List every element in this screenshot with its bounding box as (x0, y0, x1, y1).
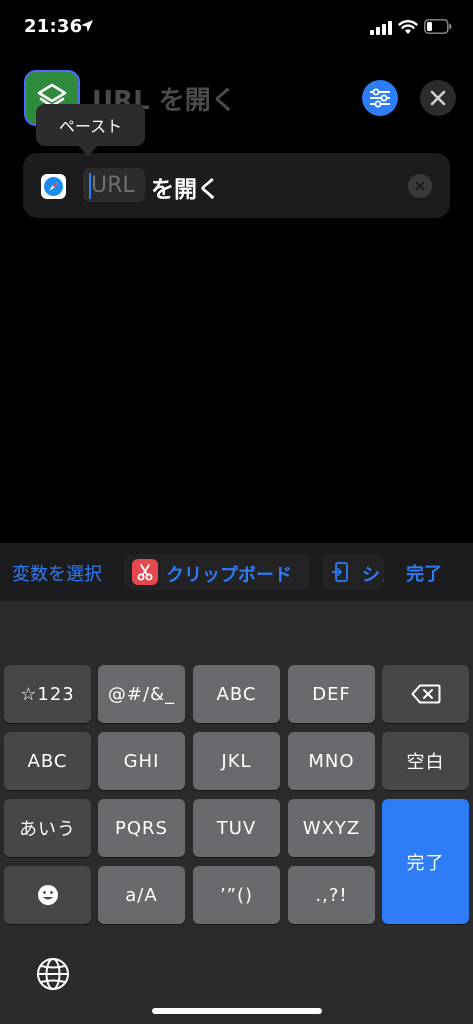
close-icon (430, 90, 446, 106)
paste-button[interactable]: ペースト (36, 104, 145, 146)
wifi-icon (398, 20, 418, 34)
key-punctuation[interactable]: .,?! (288, 866, 375, 924)
key-delete[interactable] (382, 665, 469, 723)
key-space[interactable]: 空白 (382, 732, 469, 790)
action-text: を開く (151, 177, 220, 203)
location-arrow-icon (81, 20, 93, 32)
status-time: 21:36 (24, 16, 83, 37)
emoji-icon (37, 885, 58, 905)
open-url-action-card[interactable]: URL を開く (23, 153, 450, 218)
key-kana-mode[interactable]: あいう (4, 799, 91, 857)
clipboard-label: クリップボード (166, 565, 292, 586)
key-abc-mode[interactable]: ABC (4, 732, 91, 790)
text-cursor (89, 173, 91, 199)
variable-bar: 変数を選択 クリップボード ショ 完了 (0, 543, 473, 601)
battery-icon (424, 19, 452, 34)
key-def[interactable]: DEF (288, 665, 375, 723)
select-variable-button[interactable]: 変数を選択 (12, 560, 102, 586)
clear-button[interactable] (408, 174, 432, 198)
key-case-toggle[interactable]: a/A (98, 866, 185, 924)
key-jkl[interactable]: JKL (193, 732, 280, 790)
status-bar: 21:36 (0, 0, 473, 58)
keyboard: ☆123 @#/&_ ABC DEF ABC GHI JKL MNO 空白 あい… (0, 601, 473, 1024)
key-quotes[interactable]: ’”() (193, 866, 280, 924)
key-wxyz[interactable]: WXYZ (288, 799, 375, 857)
key-symbols[interactable]: ☆123 (4, 665, 91, 723)
scissors-icon (132, 559, 158, 585)
settings-button[interactable] (362, 80, 398, 116)
key-abc[interactable]: ABC (193, 665, 280, 723)
delete-icon (411, 684, 440, 704)
shortcut-input-label: ショ (362, 565, 384, 586)
key-ghi[interactable]: GHI (98, 732, 185, 790)
key-pqrs[interactable]: PQRS (98, 799, 185, 857)
close-button[interactable] (420, 80, 456, 116)
shortcut-input-icon (332, 562, 348, 582)
shortcut-input-variable-chip[interactable]: ショ (322, 554, 384, 590)
key-mno[interactable]: MNO (288, 732, 375, 790)
key-emoji[interactable] (4, 866, 91, 924)
key-at-symbols[interactable]: @#/&_ (98, 665, 185, 723)
cellular-signal-icon (370, 21, 392, 35)
clear-circle-icon (415, 181, 425, 191)
done-button[interactable]: 完了 (406, 560, 442, 586)
globe-icon[interactable] (36, 957, 70, 991)
home-indicator (152, 1008, 322, 1014)
sliders-icon (370, 88, 390, 108)
key-tuv[interactable]: TUV (193, 799, 280, 857)
safari-icon (41, 174, 66, 199)
key-done[interactable]: 完了 (382, 799, 469, 924)
tooltip-arrow (78, 145, 98, 157)
url-parameter-field[interactable]: URL (83, 168, 145, 202)
clipboard-variable-chip[interactable]: クリップボード (124, 554, 310, 590)
